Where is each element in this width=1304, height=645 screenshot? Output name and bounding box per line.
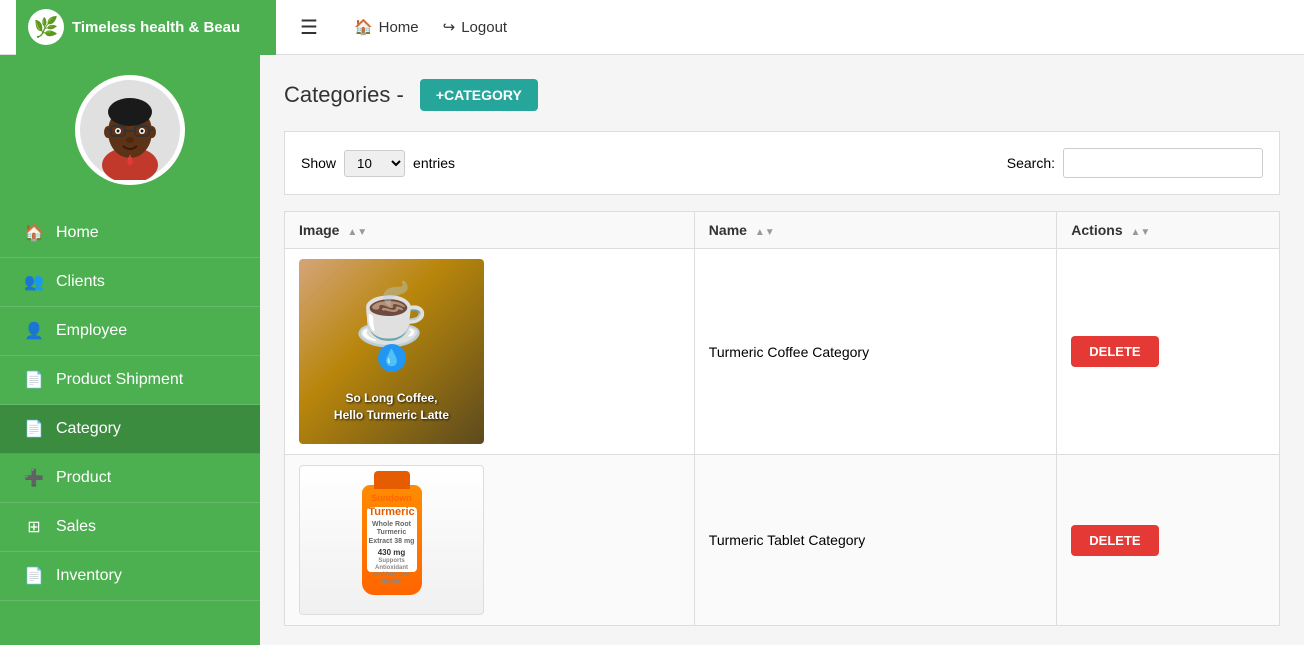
row2-name-cell: Turmeric Tablet Category (694, 455, 1056, 626)
show-entries: Show 10 25 50 100 entries (301, 150, 455, 177)
sidebar-item-clients[interactable]: 👥 Clients (0, 258, 260, 307)
row1-name-cell: Turmeric Coffee Category (694, 249, 1056, 455)
hamburger-icon[interactable]: ☰ (300, 15, 318, 40)
row2-category-name: Turmeric Tablet Category (709, 532, 865, 548)
delete-row2-button[interactable]: DELETE (1071, 525, 1158, 556)
search-label: Search: (1007, 155, 1055, 171)
sidebar-item-sales[interactable]: ⊞ Sales (0, 503, 260, 552)
categories-table: Image ▲▼ Name ▲▼ Actions ▲▼ 💧 (284, 211, 1280, 626)
col-header-image[interactable]: Image ▲▼ (285, 212, 695, 249)
main-layout: 🏠 Home 👥 Clients 👤 Employee 📄 Product Sh… (0, 55, 1304, 645)
entries-select[interactable]: 10 25 50 100 (344, 150, 405, 177)
image-sort-icon: ▲▼ (347, 227, 367, 238)
col-header-actions[interactable]: Actions ▲▼ (1057, 212, 1280, 249)
sidebar-item-inventory-label: Inventory (56, 567, 122, 585)
avatar (75, 75, 185, 185)
brand-name: Timeless health & Beau (72, 19, 240, 36)
row1-image-cell: 💧 So Long Coffee,Hello Turmeric Latte (285, 249, 695, 455)
coffee-brand-icon: 💧 (378, 344, 406, 372)
sidebar-nav: 🏠 Home 👥 Clients 👤 Employee 📄 Product Sh… (0, 209, 260, 601)
sidebar-item-sales-label: Sales (56, 518, 96, 536)
main-content: Categories - +CATEGORY Show 10 25 50 100… (260, 55, 1304, 645)
entries-label: entries (413, 155, 455, 171)
employee-nav-icon: 👤 (24, 321, 44, 341)
avatar-image (80, 80, 180, 180)
category-nav-icon: 📄 (24, 419, 44, 439)
bottle-shape: Sundown Turmeric Whole Root Turmeric Ext… (362, 485, 422, 595)
navbar-items: 🏠 Home ↪ Logout (342, 18, 507, 36)
sidebar-item-inventory[interactable]: 📄 Inventory (0, 552, 260, 601)
sidebar-item-category-label: Category (56, 420, 121, 438)
row2-actions-cell: DELETE (1057, 455, 1280, 626)
table-controls: Show 10 25 50 100 entries Search: (284, 131, 1280, 195)
top-navbar: 🌿 Timeless health & Beau ☰ 🏠 Home ↪ Logo… (0, 0, 1304, 55)
bottle-cap (374, 471, 410, 489)
actions-sort-icon: ▲▼ (1131, 227, 1151, 238)
coffee-image-text: So Long Coffee,Hello Turmeric Latte (299, 390, 484, 424)
page-header: Categories - +CATEGORY (284, 79, 1280, 111)
show-label: Show (301, 155, 336, 171)
brand: 🌿 Timeless health & Beau (16, 0, 276, 55)
delete-row1-button[interactable]: DELETE (1071, 336, 1158, 367)
row2-image-cell: Sundown Turmeric Whole Root Turmeric Ext… (285, 455, 695, 626)
table-row: Sundown Turmeric Whole Root Turmeric Ext… (285, 455, 1280, 626)
sidebar-item-category[interactable]: 📄 Category (0, 405, 260, 454)
page-title: Categories - (284, 82, 404, 108)
sidebar-item-employee-label: Employee (56, 322, 127, 340)
sidebar-item-employee[interactable]: 👤 Employee (0, 307, 260, 356)
col-header-name[interactable]: Name ▲▼ (694, 212, 1056, 249)
sidebar-item-product-label: Product (56, 469, 111, 487)
search-input[interactable] (1063, 148, 1263, 178)
sidebar-item-home-label: Home (56, 224, 99, 242)
sidebar-item-clients-label: Clients (56, 273, 105, 291)
shipment-nav-icon: 📄 (24, 370, 44, 390)
home-nav-icon: 🏠 (24, 223, 44, 243)
home-icon: 🏠 (354, 18, 373, 36)
name-sort-icon: ▲▼ (755, 227, 775, 238)
sales-nav-icon: ⊞ (24, 517, 44, 537)
nav-home-label: Home (379, 19, 419, 36)
logout-icon: ↪ (443, 18, 456, 36)
inventory-nav-icon: 📄 (24, 566, 44, 586)
search-box: Search: (1007, 148, 1263, 178)
table-row: 💧 So Long Coffee,Hello Turmeric Latte Tu… (285, 249, 1280, 455)
add-category-button[interactable]: +CATEGORY (420, 79, 538, 111)
sidebar-item-home[interactable]: 🏠 Home (0, 209, 260, 258)
sidebar-item-product-shipment[interactable]: 📄 Product Shipment (0, 356, 260, 405)
sidebar-item-product[interactable]: ➕ Product (0, 454, 260, 503)
coffee-category-image: 💧 So Long Coffee,Hello Turmeric Latte (299, 259, 484, 444)
nav-logout-label: Logout (461, 19, 507, 36)
sidebar-item-shipment-label: Product Shipment (56, 371, 183, 389)
tablet-category-image: Sundown Turmeric Whole Root Turmeric Ext… (299, 465, 484, 615)
product-nav-icon: ➕ (24, 468, 44, 488)
nav-logout[interactable]: ↪ Logout (443, 18, 507, 36)
brand-logo-icon: 🌿 (28, 9, 64, 45)
row1-actions-cell: DELETE (1057, 249, 1280, 455)
nav-home[interactable]: 🏠 Home (354, 18, 419, 36)
sidebar: 🏠 Home 👥 Clients 👤 Employee 📄 Product Sh… (0, 55, 260, 645)
clients-nav-icon: 👥 (24, 272, 44, 292)
bottle-label: Sundown Turmeric Whole Root Turmeric Ext… (367, 507, 417, 572)
row1-category-name: Turmeric Coffee Category (709, 344, 869, 360)
